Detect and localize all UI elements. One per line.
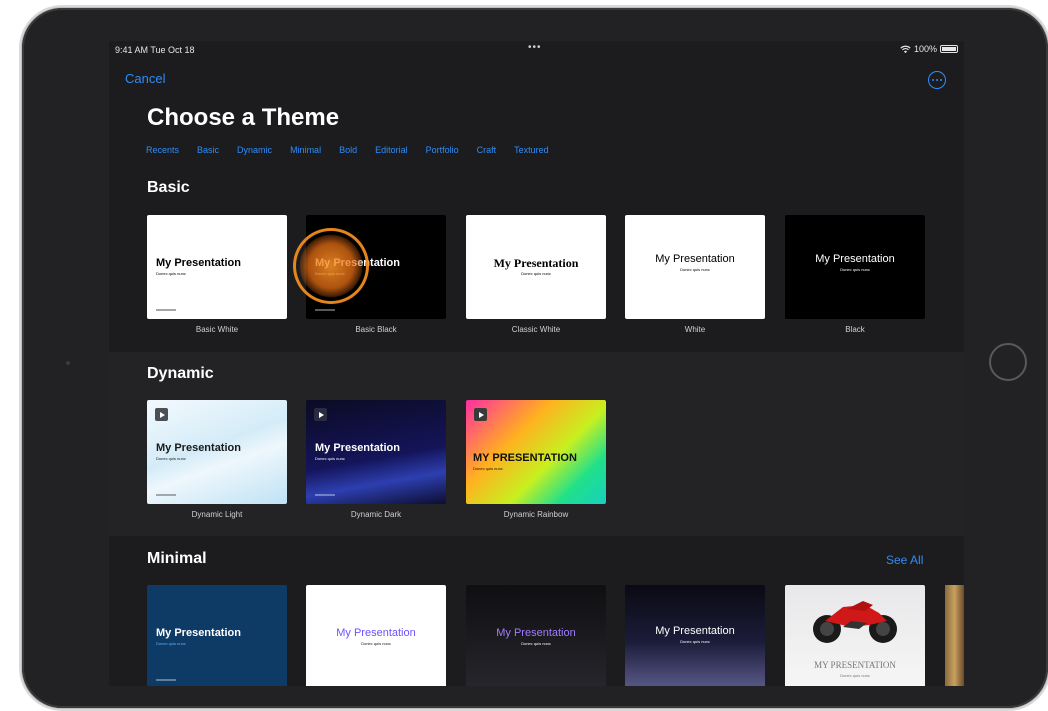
theme-label: Dynamic Rainbow bbox=[503, 510, 569, 519]
theme-label: Basic Black bbox=[355, 325, 397, 334]
play-icon bbox=[474, 408, 487, 421]
theme-card-minimal-5[interactable]: MY PRESENTATION Donec quis nunc bbox=[785, 585, 925, 686]
theme-label: Dynamic Light bbox=[191, 510, 243, 519]
theme-card-dynamic-rainbow[interactable]: MY PRESENTATION Donec quis nunc Dynamic … bbox=[466, 400, 606, 519]
category-tabs: Recents Basic Dynamic Minimal Bold Edito… bbox=[146, 145, 549, 155]
theme-thumbnail: My Presentation Donec quis nunc bbox=[306, 215, 446, 319]
section-title-minimal: Minimal bbox=[147, 550, 207, 567]
theme-card-dynamic-light[interactable]: My Presentation Donec quis nunc Dynamic … bbox=[147, 400, 287, 519]
home-button[interactable] bbox=[989, 343, 1027, 381]
status-bar: 9:41 AM Tue Oct 18 ••• 100% bbox=[109, 41, 964, 59]
theme-thumbnail: My Presentation Donec quis nunc bbox=[625, 215, 765, 319]
camera-dot bbox=[66, 361, 70, 365]
tab-craft[interactable]: Craft bbox=[477, 145, 497, 155]
theme-label: Black bbox=[845, 325, 865, 334]
theme-card-black[interactable]: My Presentation Donec quis nunc Black bbox=[785, 215, 925, 334]
wifi-icon bbox=[900, 45, 911, 53]
tab-bold[interactable]: Bold bbox=[339, 145, 357, 155]
tab-editorial[interactable]: Editorial bbox=[375, 145, 408, 155]
play-icon bbox=[314, 408, 327, 421]
theme-thumbnail: My Presentation Donec quis nunc bbox=[625, 585, 765, 686]
theme-card-minimal-3[interactable]: My Presentation Donec quis nunc bbox=[466, 585, 606, 686]
cancel-button[interactable]: Cancel bbox=[125, 71, 165, 86]
screen: 9:41 AM Tue Oct 18 ••• 100% Cancel Choos… bbox=[109, 41, 964, 686]
tab-dynamic[interactable]: Dynamic bbox=[237, 145, 272, 155]
play-icon bbox=[155, 408, 168, 421]
ellipsis-circle-icon[interactable] bbox=[928, 71, 946, 89]
theme-label: White bbox=[684, 325, 706, 334]
theme-card-minimal-2[interactable]: My Presentation Donec quis nunc bbox=[306, 585, 446, 686]
theme-label: Dynamic Dark bbox=[350, 510, 402, 519]
theme-thumbnail: MY PRESENTATION Donec quis nunc bbox=[466, 400, 606, 504]
theme-card-dynamic-dark[interactable]: My Presentation Donec quis nunc Dynamic … bbox=[306, 400, 446, 519]
status-time: 9:41 AM Tue Oct 18 bbox=[115, 45, 195, 55]
section-title-dynamic: Dynamic bbox=[147, 365, 214, 382]
theme-thumbnail: My Presentation Donec quis nunc bbox=[785, 215, 925, 319]
motorcycle-image bbox=[813, 601, 897, 643]
tab-textured[interactable]: Textured bbox=[514, 145, 549, 155]
theme-thumbnail: My Presentation Donec quis nunc bbox=[306, 400, 446, 504]
battery-percent: 100% bbox=[913, 44, 937, 54]
theme-card-white[interactable]: My Presentation Donec quis nunc White bbox=[625, 215, 765, 334]
tab-recents[interactable]: Recents bbox=[146, 145, 179, 155]
theme-card-basic-white[interactable]: My Presentation Donec quis nunc Basic Wh… bbox=[147, 215, 287, 334]
tab-basic[interactable]: Basic bbox=[197, 145, 219, 155]
theme-card-minimal-4[interactable]: My Presentation Donec quis nunc bbox=[625, 585, 765, 686]
theme-card-minimal-1[interactable]: My Presentation Donec quis nunc bbox=[147, 585, 287, 686]
theme-label: Basic White bbox=[195, 325, 239, 334]
theme-thumbnail: My Presentation Donec quis nunc bbox=[466, 215, 606, 319]
theme-thumbnail: My Presentation Donec quis nunc bbox=[306, 585, 446, 686]
tab-minimal[interactable]: Minimal bbox=[290, 145, 321, 155]
theme-thumbnail: MY PRESENTATION Donec quis nunc bbox=[785, 585, 925, 686]
section-title-basic: Basic bbox=[147, 179, 190, 196]
theme-label: Classic White bbox=[511, 325, 561, 334]
see-all-button[interactable]: See All bbox=[886, 553, 923, 567]
status-right: 100% bbox=[900, 44, 958, 54]
theme-card-classic-white[interactable]: My Presentation Donec quis nunc Classic … bbox=[466, 215, 606, 334]
theme-thumbnail: My Presentation Donec quis nunc bbox=[466, 585, 606, 686]
page-title: Choose a Theme bbox=[147, 104, 340, 131]
theme-card-minimal-6-partial[interactable] bbox=[945, 585, 964, 686]
theme-thumbnail: My Presentation Donec quis nunc bbox=[147, 400, 287, 504]
tab-portfolio[interactable]: Portfolio bbox=[426, 145, 459, 155]
battery-icon bbox=[940, 45, 958, 53]
multitasking-dots[interactable]: ••• bbox=[528, 42, 542, 53]
theme-thumbnail: My Presentation Donec quis nunc bbox=[147, 215, 287, 319]
theme-card-basic-black[interactable]: My Presentation Donec quis nunc Basic Bl… bbox=[306, 215, 446, 334]
theme-thumbnail: My Presentation Donec quis nunc bbox=[147, 585, 287, 686]
